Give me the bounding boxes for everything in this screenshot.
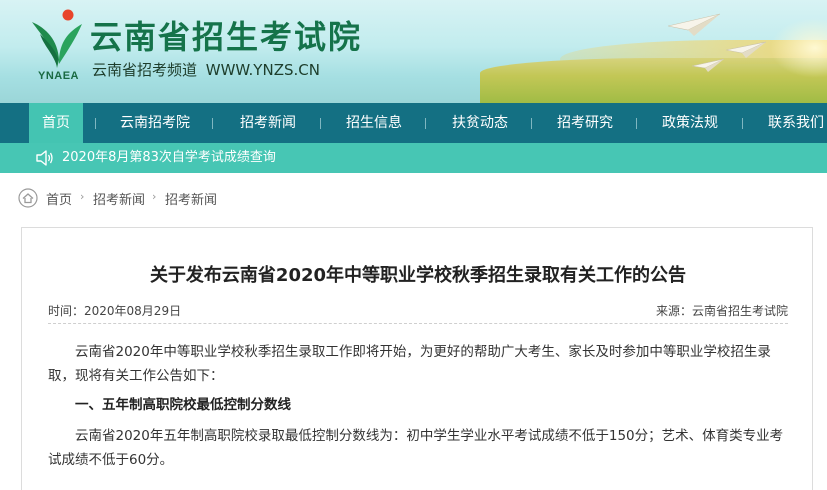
nav-divider — [320, 118, 321, 129]
breadcrumb-item-news[interactable]: 招考新闻 — [93, 189, 145, 208]
nav-item-news[interactable]: 招考新闻 — [225, 103, 311, 143]
nav-item-contact[interactable]: 联系我们 — [756, 103, 827, 143]
article-source: 来源：云南省招生考试院 — [655, 304, 788, 318]
nav-divider — [95, 118, 96, 129]
paper-plane-icon — [692, 58, 724, 72]
article-date: 时间：2020年08月29日 — [48, 304, 182, 318]
nav-divider — [636, 118, 637, 129]
logo-abbreviation: YNAEA — [38, 70, 80, 82]
nav-item-research[interactable]: 招考研究 — [543, 103, 627, 143]
meta-divider — [48, 323, 788, 324]
banner-sunlight — [770, 18, 827, 78]
article-section-heading: 一、五年制高职院校最低控制分数线 — [75, 397, 291, 413]
notice-link[interactable]: 2020年8月第83次自学考试成绩查询 — [62, 143, 276, 173]
site-subtitle: 云南省招考频道 WWW.YNZS.CN — [92, 61, 320, 79]
nav-item-admission[interactable]: 招生信息 — [332, 103, 416, 143]
site-title[interactable]: 云南省招生考试院 — [90, 12, 362, 58]
nav-divider — [212, 118, 213, 129]
article-paragraph: 云南省2020年五年制高职院校录取最低控制分数线为：初中学生学业水平考试成绩不低… — [48, 428, 784, 468]
nav-item-policy[interactable]: 政策法规 — [648, 103, 732, 143]
nav-item-institute[interactable]: 云南招考院 — [110, 103, 200, 143]
chevron-right-icon: › — [152, 190, 157, 203]
article-meta: 时间：2020年08月29日 来源：云南省招生考试院 — [48, 302, 788, 322]
nav-item-poverty[interactable]: 扶贫动态 — [438, 103, 522, 143]
home-icon — [18, 188, 38, 208]
nav-divider — [531, 118, 532, 129]
article-title: 关于发布云南省2020年中等职业学校秋季招生录取有关工作的公告 — [149, 265, 687, 286]
paper-plane-icon — [668, 13, 720, 36]
leaf-logo-icon[interactable] — [30, 8, 84, 70]
chevron-right-icon: › — [80, 190, 85, 203]
nav-divider — [742, 118, 743, 129]
nav-item-home[interactable]: 首页 — [29, 103, 83, 143]
site-banner: YNAEA 云南省招生考试院 云南省招考频道 WWW.YNZS.CN — [0, 0, 827, 103]
nav-divider — [425, 118, 426, 129]
paper-plane-icon — [726, 41, 766, 58]
article-panel: 关于发布云南省2020年中等职业学校秋季招生录取有关工作的公告 时间：2020年… — [21, 227, 813, 490]
main-nav: 首页 云南招考院 招考新闻 招生信息 扶贫动态 招考研究 政策法规 联系我们 — [0, 103, 827, 143]
speaker-icon — [36, 150, 53, 166]
article-paragraph: 云南省2020年中等职业学校秋季招生录取工作即将开始，为更好的帮助广大考生、家长… — [48, 344, 771, 384]
breadcrumb-item-home[interactable]: 首页 — [46, 189, 72, 208]
breadcrumb-item-current[interactable]: 招考新闻 — [165, 189, 217, 208]
notice-bar: 2020年8月第83次自学考试成绩查询 — [0, 143, 827, 173]
